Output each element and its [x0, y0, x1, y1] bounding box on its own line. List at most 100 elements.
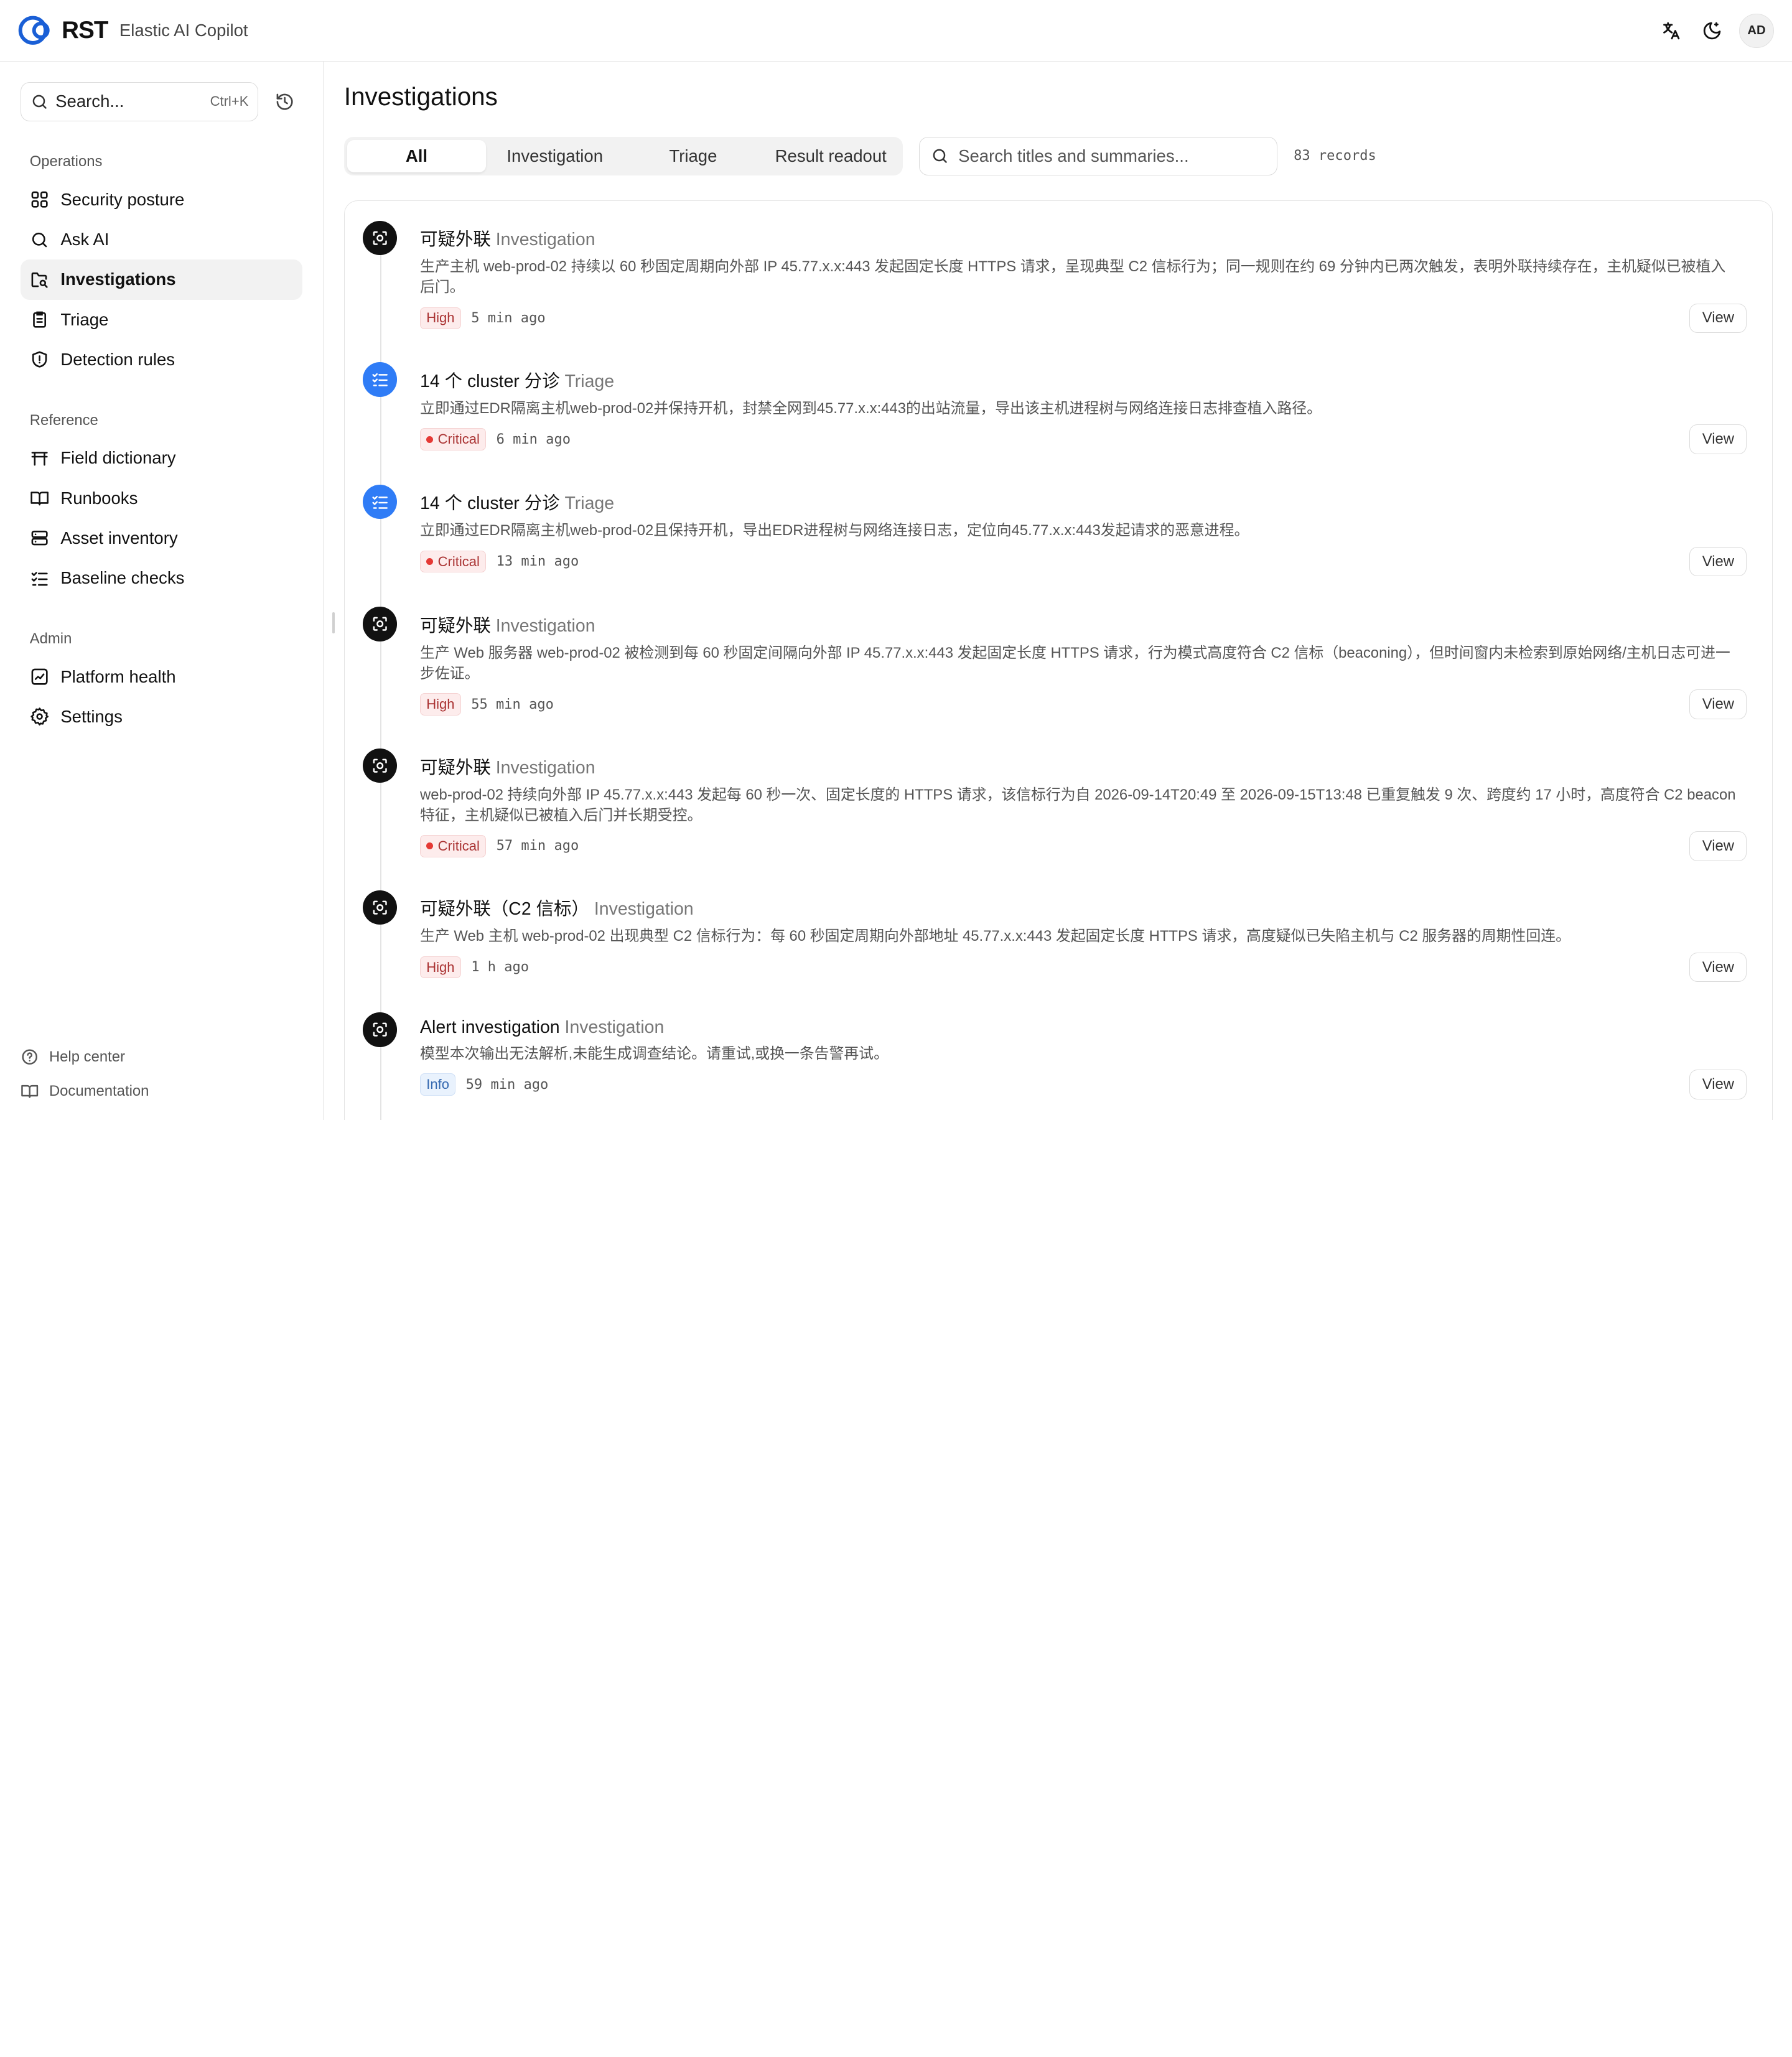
list-item[interactable]: Alert investigation Investigation 模型本次输出… [363, 993, 1747, 1116]
server-icon [31, 531, 48, 546]
sidebar-item-label: Baseline checks [60, 568, 185, 588]
records-count: 83 records [1294, 148, 1376, 164]
item-meta: Critical 57 min ago View [420, 831, 1747, 861]
shield-alert-icon [32, 352, 47, 368]
list-item[interactable]: 14 个 cluster 分诊 Triage 立即通过EDR隔离主机web-pr… [363, 465, 1747, 588]
item-title: 可疑外联（C2 信标） [420, 899, 589, 920]
sidebar-item-label: Security posture [60, 189, 185, 209]
sidebar-item-label: Settings [60, 706, 123, 726]
investigation-icon [363, 890, 398, 925]
investigation-icon [363, 220, 398, 255]
view-button[interactable]: View [1689, 546, 1747, 577]
critical-dot-icon [426, 436, 434, 443]
tab-triage[interactable]: Triage [624, 140, 762, 172]
sidebar-item-label: Investigations [60, 269, 176, 289]
item-title: 14 个 cluster 分诊 [420, 371, 560, 391]
sidebar-item-field-dictionary[interactable]: Field dictionary [21, 438, 302, 478]
sidebar-item-triage[interactable]: Triage [21, 300, 302, 340]
help-center-link[interactable]: Help center [21, 1040, 149, 1074]
item-title-line: 可疑外联 Investigation [420, 587, 1747, 637]
sidebar-item-label: Triage [60, 309, 109, 329]
item-time: 1 h ago [471, 959, 530, 976]
tab-investigation[interactable]: Investigation [486, 140, 624, 172]
view-button[interactable]: View [1689, 1070, 1747, 1099]
tab-result-readout[interactable]: Result readout [762, 140, 899, 172]
top-actions: AD [1657, 13, 1774, 48]
sidebar-item-label: Runbooks [60, 488, 138, 508]
severity-badge: Critical [420, 550, 487, 573]
sidebar-item-label: Ask AI [60, 230, 110, 250]
gear-icon [30, 707, 49, 726]
list-item[interactable]: 可疑外联 Investigation 生产 Web 服务器 web-prod-0… [363, 587, 1747, 729]
theme-toggle-icon[interactable] [1698, 17, 1725, 44]
section-title-reference: Reference [29, 411, 98, 429]
item-title: 可疑外联 [420, 230, 491, 250]
top-bar: RST Elastic AI Copilot AD [0, 0, 1792, 62]
search-icon [32, 95, 47, 109]
sidebar-item-ask-ai[interactable]: Ask AI [21, 220, 302, 259]
view-button[interactable]: View [1689, 831, 1747, 861]
item-title-line: 可疑外联 Investigation [420, 201, 1747, 251]
list-item[interactable]: 可疑外联 Investigation 生产主机 web-prod-02 持续以 … [363, 201, 1747, 343]
sidebar-item-platform-health[interactable]: Platform health [21, 657, 302, 697]
severity-label: Critical [437, 553, 480, 569]
item-title: 可疑外联 [420, 615, 491, 636]
item-type: Investigation [594, 899, 694, 920]
section-title-operations: Operations [29, 153, 103, 170]
app-root: RST Elastic AI Copilot AD Search... Ctrl… [0, 0, 1792, 1120]
item-type: Investigation [495, 757, 595, 778]
item-summary: 生产 Web 主机 web-prod-02 出现典型 C2 信标行为：每 60 … [420, 928, 1570, 945]
chart-icon [31, 668, 48, 685]
tab-all[interactable]: All [347, 140, 486, 172]
sidebar-item-baseline-checks[interactable]: Baseline checks [21, 558, 302, 598]
severity-label: Critical [437, 837, 480, 854]
avatar[interactable]: AD [1739, 13, 1774, 48]
item-summary: web-prod-02 持续向外部 IP 45.77.x.x:443 发起每 6… [420, 786, 1736, 824]
sidebar-item-runbooks[interactable]: Runbooks [21, 478, 302, 518]
history-icon[interactable] [272, 89, 297, 114]
search-icon [933, 149, 947, 163]
records-search-placeholder: Search titles and summaries... [958, 146, 1189, 166]
view-button[interactable]: View [1689, 424, 1747, 454]
documentation-link[interactable]: Documentation [21, 1075, 149, 1109]
item-time: 5 min ago [471, 310, 546, 326]
sidebar-item-label: Detection rules [60, 350, 175, 370]
item-title-line: 可疑外联 Investigation [420, 729, 1747, 779]
severity-badge: Critical [420, 428, 487, 450]
sidebar-search-input[interactable]: Search... Ctrl+K [21, 82, 259, 121]
clipboard-icon [32, 311, 46, 328]
sidebar-search-placeholder: Search... [55, 91, 124, 111]
search-shortcut: Ctrl+K [210, 93, 249, 110]
item-time: 55 min ago [471, 696, 554, 712]
item-time: 6 min ago [496, 431, 571, 447]
list-item[interactable]: 可疑外联 Investigation web-prod-02 持续向外部 IP … [363, 729, 1747, 871]
sidebar-item-settings[interactable]: Settings [21, 697, 302, 737]
view-button[interactable]: View [1689, 689, 1747, 720]
logo-text: RST [62, 17, 108, 44]
sidebar: Search... Ctrl+K Operations Security pos… [0, 62, 324, 1120]
help-icon [22, 1049, 37, 1065]
sidebar-resize-handle[interactable] [332, 612, 335, 633]
grid-icon [31, 191, 48, 208]
sidebar-item-security-posture[interactable]: Security posture [21, 180, 302, 220]
sidebar-footer: Help center Documentation [21, 1040, 149, 1108]
list-item[interactable]: 14 个 cluster 分诊 Triage 立即通过EDR隔离主机web-pr… [363, 343, 1747, 465]
item-type: Triage [564, 493, 615, 514]
item-title: 14 个 cluster 分诊 [420, 493, 560, 514]
item-meta: High 1 h ago View [420, 952, 1747, 982]
view-button[interactable]: View [1689, 952, 1747, 982]
severity-badge: High [420, 693, 461, 716]
sidebar-item-investigations[interactable]: Investigations [21, 259, 302, 300]
view-button[interactable]: View [1689, 303, 1747, 334]
translate-icon[interactable] [1657, 17, 1684, 44]
investigation-icon [363, 1012, 398, 1047]
table-icon [31, 452, 48, 466]
list-item[interactable]: 可疑外联（C2 信标） Investigation 生产 Web 主机 web-… [363, 871, 1747, 994]
sidebar-item-asset-inventory[interactable]: Asset inventory [21, 518, 302, 558]
sidebar-item-detection-rules[interactable]: Detection rules [21, 340, 302, 380]
severity-label: Critical [437, 431, 480, 447]
item-summary: 立即通过EDR隔离主机web-prod-02并保持开机，封禁全网到45.77.x… [420, 399, 1322, 417]
logo[interactable]: RST [18, 14, 108, 46]
item-title-line: 14 个 cluster 分诊 Triage [420, 465, 1747, 515]
records-search-input[interactable]: Search titles and summaries... [918, 136, 1278, 176]
